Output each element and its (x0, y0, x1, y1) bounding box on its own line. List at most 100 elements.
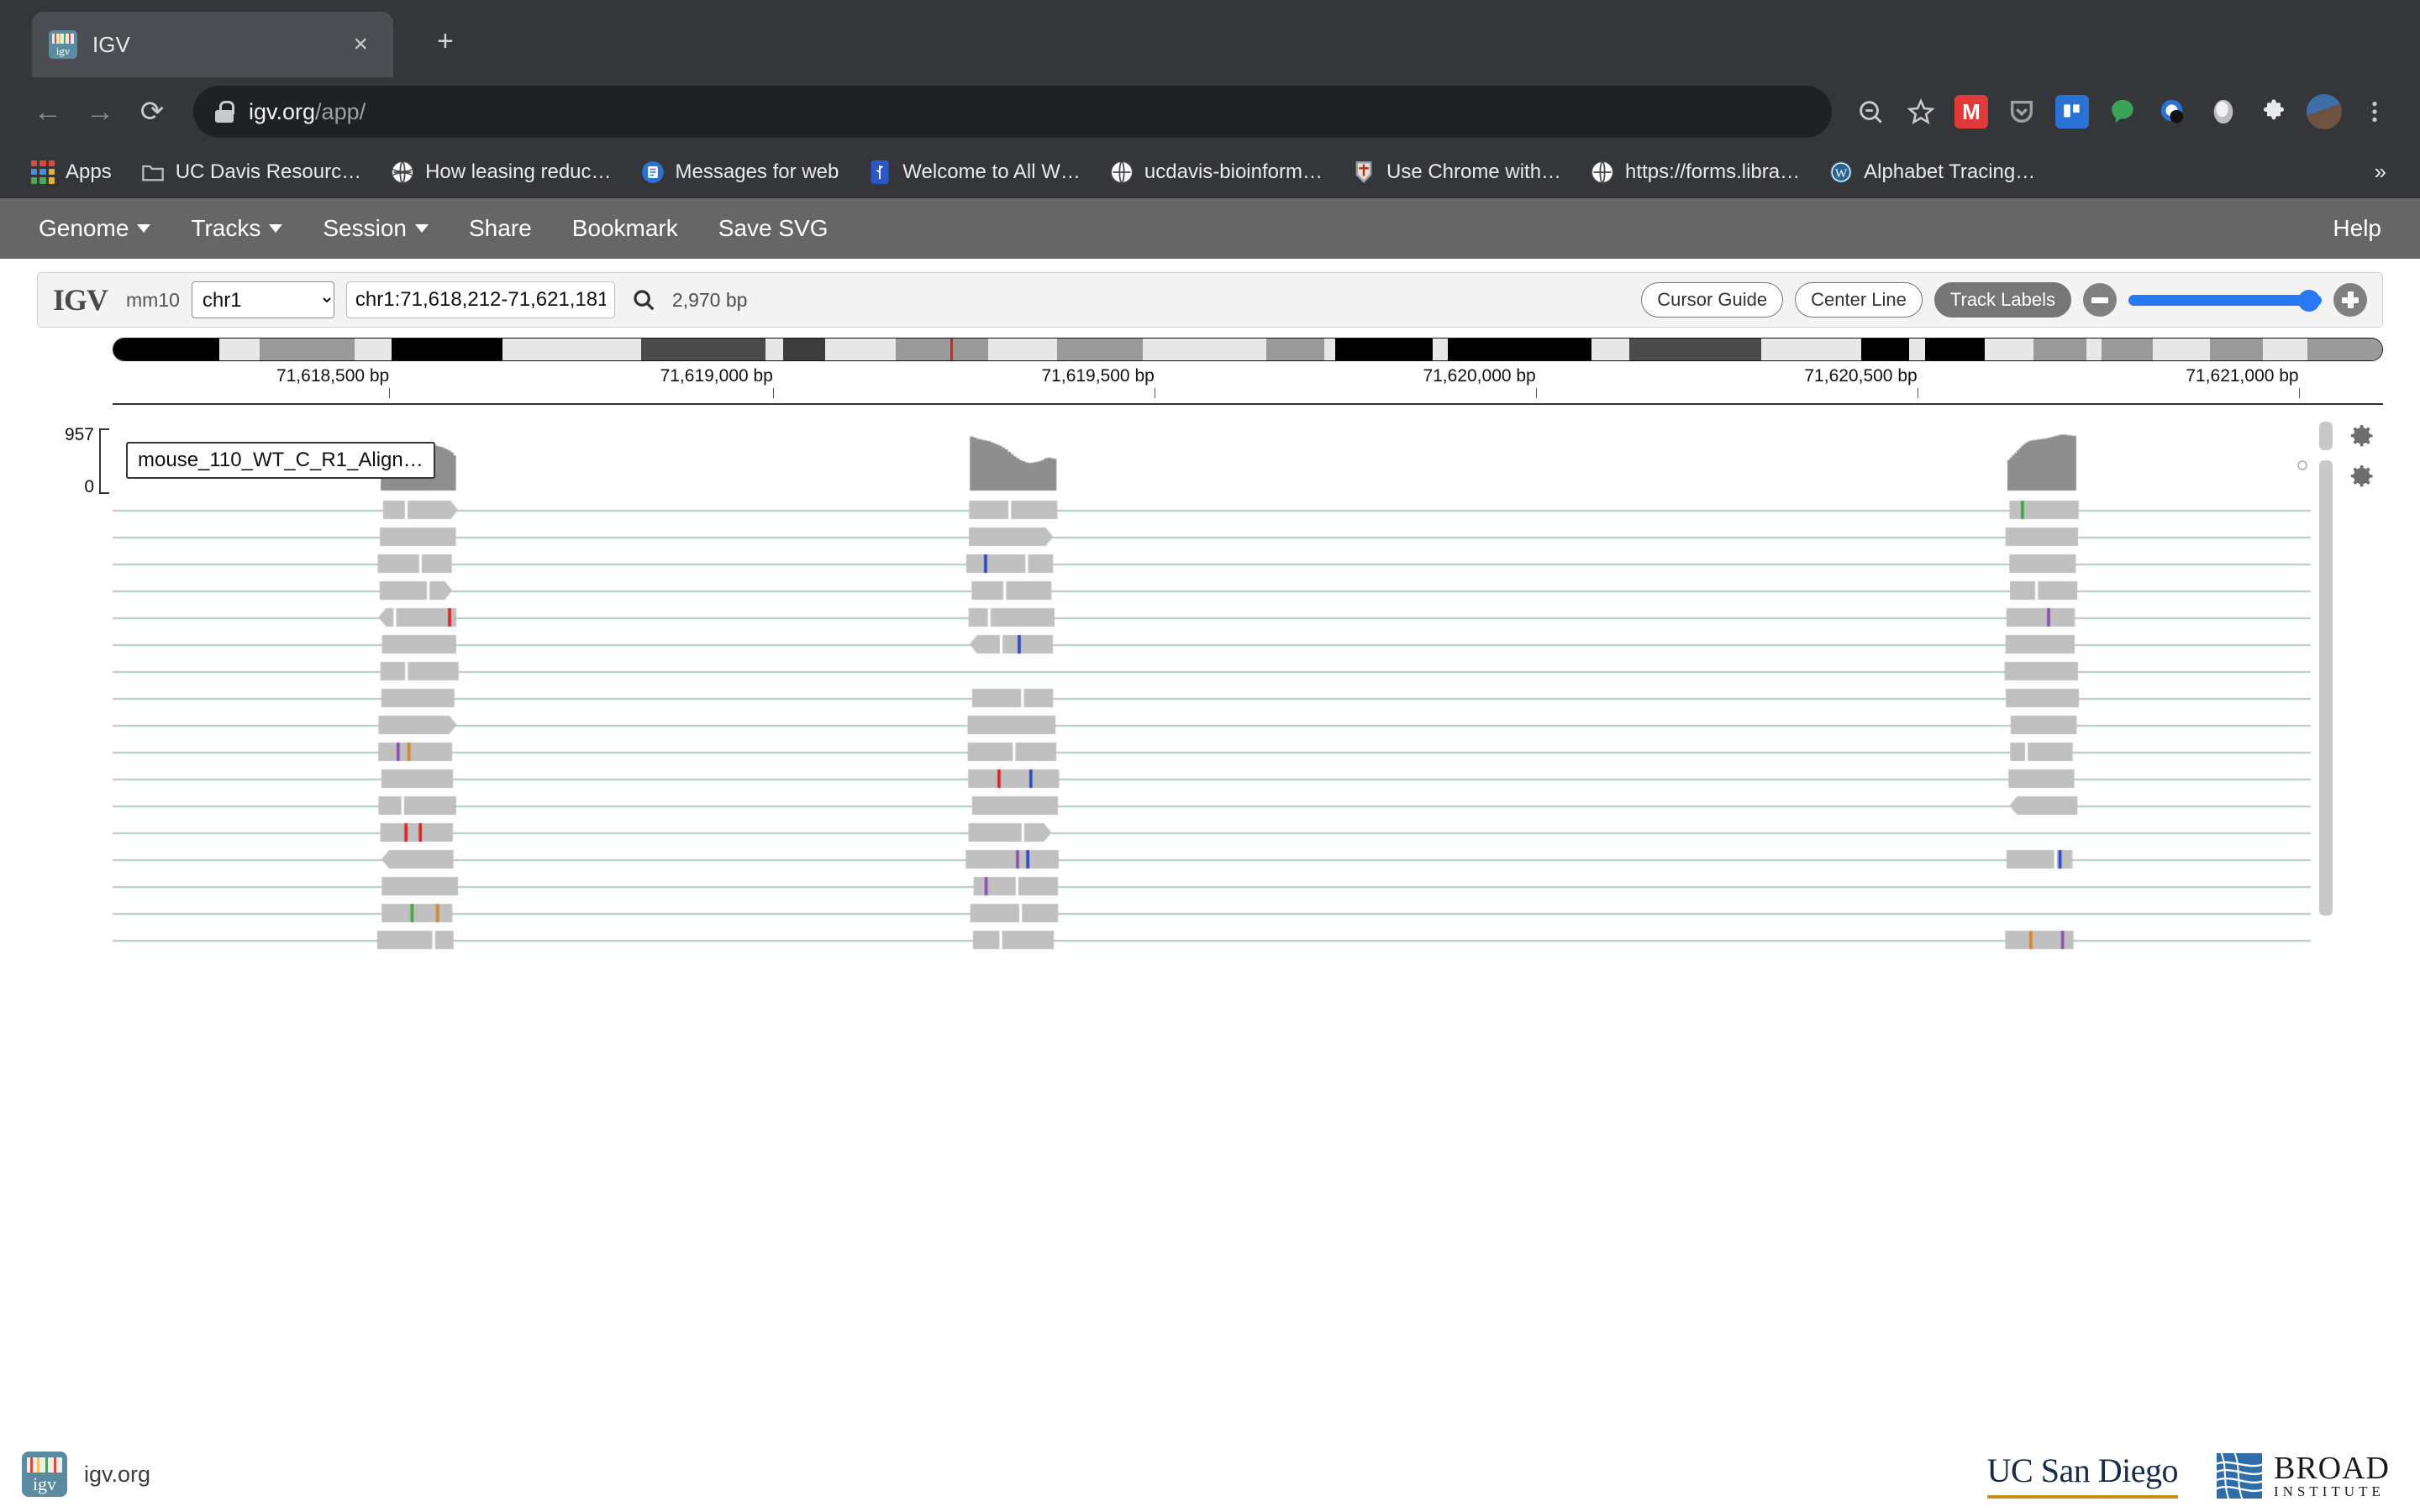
footer-logos: UC San Diego BROAD INSTITUTE (1986, 1451, 2390, 1499)
tab-title: IGV (92, 31, 130, 57)
folder-icon (140, 160, 166, 185)
ideogram-band (1860, 339, 1910, 360)
ideogram-band (641, 339, 765, 360)
url-domain: igv.org (249, 98, 316, 124)
coverage-gear-icon[interactable] (2344, 420, 2378, 454)
ideogram-band (1432, 339, 1448, 360)
coverage-axis: 957 0 (65, 425, 109, 496)
green-bubble-extension-icon[interactable] (2099, 88, 2146, 135)
ruler-tick-label: 71,619,000 bp (660, 366, 773, 386)
bookmarks-overflow-button[interactable]: » (2360, 159, 2402, 185)
ideogram-band (2307, 339, 2382, 360)
bookmark-forms-library[interactable]: https://forms.libra… (1578, 155, 1812, 190)
menu-share[interactable]: Share (469, 215, 532, 242)
ideogram-band (2033, 339, 2086, 360)
menu-genome[interactable]: Genome (39, 215, 151, 242)
chevron-down-icon (415, 224, 429, 233)
help-button[interactable]: Help (2333, 215, 2381, 242)
navbar-controls: Cursor Guide Center Line Track Labels (1641, 282, 2367, 318)
pocket-extension-icon[interactable] (1998, 88, 2045, 135)
footer-igv-link[interactable]: igv.org (22, 1452, 150, 1497)
ideogram-band (259, 339, 355, 360)
ruler-tick-label: 71,619,500 bp (1041, 366, 1155, 386)
new-tab-button[interactable]: + (437, 27, 454, 55)
alignment-scrollbar[interactable] (2319, 460, 2333, 916)
alignment-viewport[interactable] (113, 417, 2311, 954)
ruler-tick: 71,621,000 bp (2186, 366, 2354, 398)
ideogram-band (2102, 339, 2153, 360)
cursor-guide-toggle[interactable]: Cursor Guide (1641, 282, 1784, 318)
track-labels-toggle[interactable]: Track Labels (1933, 282, 2071, 318)
zoom-out-circle-icon[interactable] (2083, 283, 2117, 317)
zoom-out-icon[interactable] (1847, 88, 1894, 135)
bookmark-ucdavis-bioinform[interactable]: ucdavis-bioinform… (1097, 155, 1334, 190)
locus-input[interactable] (345, 281, 615, 318)
ideogram-band (219, 339, 260, 360)
privacy-badger-extension-icon[interactable] (2149, 88, 2196, 135)
blue-bookmark-icon (867, 160, 892, 185)
profile-avatar[interactable] (2301, 88, 2348, 135)
ideogram-band (1447, 339, 1591, 360)
bookmark-uc-davis-resources[interactable]: UC Davis Resourc… (129, 155, 373, 190)
bookmark-label: Messages for web (675, 160, 839, 183)
alignment-track-canvas[interactable] (113, 417, 2311, 954)
menu-session-label: Session (323, 215, 407, 241)
bookmark-welcome-to-all-w[interactable]: Welcome to All W… (855, 155, 1092, 190)
zoom-slider-track (2128, 295, 2322, 306)
forward-button[interactable]: → (74, 96, 126, 129)
track-panel: 957 0 mouse_110_WT_C_R1_Align… (0, 417, 2420, 954)
bookmark-use-chrome-with[interactable]: Use Chrome with… (1339, 155, 1573, 190)
address-bar[interactable]: igv.org/app/ (193, 86, 1832, 138)
menu-tracks[interactable]: Tracks (191, 215, 283, 242)
ideogram-band (1924, 339, 1985, 360)
menu-genome-label: Genome (39, 215, 129, 241)
alignment-gear-icon[interactable] (2344, 460, 2378, 494)
menu-save-svg[interactable]: Save SVG (718, 215, 829, 242)
ideogram-band (1056, 339, 1144, 360)
ruler-tick: 71,620,500 bp (1804, 366, 1974, 398)
bookmark-label: https://forms.libra… (1625, 160, 1801, 183)
ruler-tick-label: 71,621,000 bp (2186, 366, 2299, 386)
zoom-slider-knob[interactable] (2298, 290, 2320, 312)
bookmark-label: Alphabet Tracing… (1864, 160, 2036, 183)
reload-button[interactable]: ⟳ (126, 95, 178, 129)
bookmark-star-icon[interactable] (1897, 88, 1944, 135)
close-icon[interactable]: × (345, 27, 376, 62)
center-line-toggle[interactable]: Center Line (1795, 282, 1923, 318)
ideogram-band (824, 339, 896, 360)
axis-min-label: 0 (84, 477, 94, 496)
bookmark-messages-for-web[interactable]: Messages for web (629, 155, 851, 190)
broad-line2: INSTITUTE (2273, 1483, 2385, 1499)
bookmark-alphabet-tracing[interactable]: W Alphabet Tracing… (1817, 155, 2047, 190)
ideogram-band (782, 339, 825, 360)
ruler-tick-label: 71,620,000 bp (1423, 366, 1536, 386)
ideogram-band (895, 339, 989, 360)
bookmark-how-leasing[interactable]: How leasing reduc… (378, 155, 623, 190)
url-text: igv.org/app/ (249, 99, 366, 125)
extensions-puzzle-icon[interactable] (2250, 88, 2297, 135)
ucsd-logo: UC San Diego (1986, 1451, 2178, 1499)
track-name-label[interactable]: mouse_110_WT_C_R1_Align… (126, 442, 435, 479)
chrome-menu-icon[interactable] (2351, 88, 2398, 135)
back-button[interactable]: ← (22, 96, 74, 129)
chromosome-ideogram[interactable] (113, 338, 2383, 361)
chevron-down-icon (269, 224, 283, 233)
trello-extension-icon[interactable] (2049, 88, 2096, 135)
ruler-tick-mark (389, 388, 391, 398)
browser-tab[interactable]: IGV × (32, 12, 393, 77)
url-path: /app/ (315, 98, 366, 124)
shield-icon (1351, 160, 1376, 185)
menu-session[interactable]: Session (323, 215, 429, 242)
ruler-tick-mark (2298, 388, 2300, 398)
chromosome-select[interactable]: allchr1chr2chr3chr4chr5chrXchrY (191, 281, 334, 318)
ideogram-band (2086, 339, 2102, 360)
globe-icon (1109, 160, 1134, 185)
mendeley-extension-icon[interactable]: M (1948, 88, 1995, 135)
coverage-scrollbar[interactable] (2319, 422, 2333, 450)
bookmark-apps[interactable]: Apps (18, 155, 124, 190)
magnifier-icon[interactable] (627, 283, 660, 317)
menu-bookmark[interactable]: Bookmark (572, 215, 678, 242)
grammarly-extension-icon[interactable] (2200, 88, 2247, 135)
zoom-in-circle-icon[interactable] (2333, 283, 2367, 317)
zoom-slider[interactable] (2128, 290, 2322, 312)
